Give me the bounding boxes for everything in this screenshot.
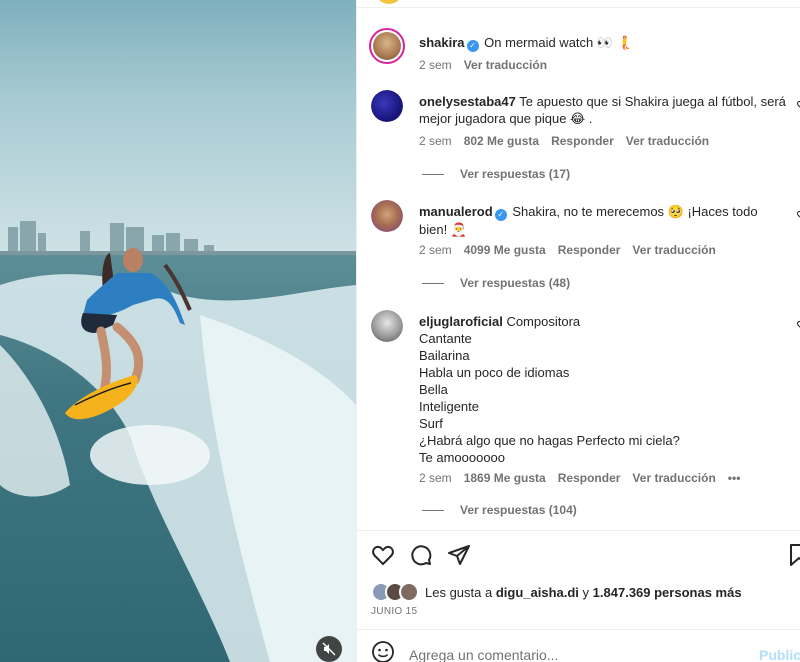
replies-line — [422, 510, 444, 512]
add-comment-bar: Agrega un comentario... Publica — [357, 629, 800, 662]
bookmark-icon[interactable] — [787, 543, 800, 567]
caption-text: shakira ✓ On mermaid watch 👀 🧜 — [419, 34, 787, 52]
caption-username[interactable]: shakira — [419, 35, 465, 50]
post-date[interactable]: JUNIO 15 — [371, 606, 417, 617]
translate-button[interactable]: Ver traducción — [632, 471, 715, 485]
replies-line — [422, 174, 444, 176]
comment-likes[interactable]: 4099 Me gusta — [464, 243, 546, 257]
caption-time[interactable]: 2 sem — [419, 58, 452, 72]
top-divider — [357, 0, 800, 8]
comment-meta: 2 sem 802 Me gusta Responder Ver traducción — [419, 134, 721, 148]
post-comment-button[interactable]: Publica — [759, 647, 800, 662]
caption-translate[interactable]: Ver traducción — [464, 58, 547, 72]
avatar[interactable] — [371, 90, 403, 122]
view-replies-button[interactable]: Ver respuestas (17) — [422, 167, 570, 181]
avatar[interactable] — [371, 310, 403, 342]
comment-line: Bailarina — [419, 348, 470, 363]
comment-input[interactable]: Agrega un comentario... — [409, 647, 558, 662]
reply-button[interactable]: Responder — [558, 243, 621, 257]
comment-line: Te amooooooo — [419, 450, 506, 465]
comment-line: Bella — [419, 382, 448, 397]
heart-icon[interactable] — [371, 543, 395, 567]
surfer-figure — [65, 248, 192, 420]
comment-likes[interactable]: 1869 Me gusta — [464, 471, 546, 485]
likes-user[interactable]: digu_aisha.di — [496, 585, 579, 600]
replies-line — [422, 283, 444, 285]
view-replies-button[interactable]: Ver respuestas (104) — [422, 503, 577, 517]
comment-username[interactable]: onelysestaba47 — [419, 94, 516, 109]
comment-username[interactable]: manualerod — [419, 204, 493, 219]
likes-count[interactable]: 1.847.369 personas más — [593, 585, 742, 600]
comment-text: eljuglaroficial Compositora Cantante Bai… — [419, 313, 787, 466]
comment-meta: 2 sem 4099 Me gusta Responder Ver traducció… — [419, 243, 728, 257]
liker-avatars[interactable] — [371, 582, 421, 602]
comment-line: Surf — [419, 416, 443, 431]
comment-text: manualerod ✓ Shakira, no te merecemos 🥺 ¡… — [419, 203, 787, 238]
comment-likes[interactable]: 802 Me gusta — [464, 134, 539, 148]
translate-button[interactable]: Ver traducción — [626, 134, 709, 148]
mute-button[interactable] — [316, 636, 342, 662]
comment-time[interactable]: 2 sem — [419, 134, 452, 148]
post-video[interactable] — [0, 0, 356, 662]
likes-joiner: y — [582, 584, 590, 600]
post-actions: Les gusta a digu_aisha.di y 1.847.369 pe… — [357, 530, 800, 662]
verified-badge-icon: ✓ — [494, 209, 507, 221]
comment-icon[interactable] — [409, 543, 433, 567]
comment-line: ¿Habrá algo que no hagas Perfecto mi cie… — [419, 433, 680, 448]
view-replies-label: Ver respuestas (17) — [460, 167, 571, 181]
reply-button[interactable]: Responder — [558, 471, 621, 485]
verified-badge-icon: ✓ — [466, 40, 479, 52]
translate-button[interactable]: Ver traducción — [632, 243, 715, 257]
caption-meta: 2 sem Ver traducción — [419, 58, 559, 72]
view-replies-label: Ver respuestas (104) — [460, 503, 577, 517]
comment-line: Inteligente — [419, 399, 479, 414]
header-avatar-partial — [375, 0, 403, 4]
avatar[interactable] — [369, 28, 405, 64]
reply-button[interactable]: Responder — [551, 134, 614, 148]
more-options-icon[interactable]: ••• — [728, 471, 741, 485]
comment-line: Cantante — [419, 331, 472, 346]
comment-line: Compositora — [506, 314, 581, 329]
comment-username[interactable]: eljuglaroficial — [419, 314, 503, 329]
comment-line: Habla un poco de idiomas — [419, 365, 570, 380]
avatar[interactable] — [371, 200, 403, 232]
view-replies-button[interactable]: Ver respuestas (48) — [422, 276, 570, 290]
emoji-icon[interactable] — [371, 640, 395, 662]
comment-meta: 2 sem 1869 Me gusta Responder Ver traducció… — [419, 471, 752, 485]
muted-speaker-icon — [322, 642, 336, 656]
comment-time[interactable]: 2 sem — [419, 243, 452, 257]
likes-prefix: Les gusta a — [425, 584, 493, 600]
post-sidebar: shakira ✓ On mermaid watch 👀 🧜 2 sem Ver t… — [356, 0, 800, 662]
likes-summary: Les gusta a digu_aisha.di y 1.847.369 pe… — [371, 581, 742, 603]
comment-text: onelysestaba47 Te apuesto que si Shakira… — [419, 93, 787, 127]
avatar — [399, 582, 419, 602]
view-replies-label: Ver respuestas (48) — [460, 276, 571, 290]
share-icon[interactable] — [447, 543, 471, 567]
comment-time[interactable]: 2 sem — [419, 471, 452, 485]
caption-body: On mermaid watch 👀 🧜 — [484, 35, 633, 50]
